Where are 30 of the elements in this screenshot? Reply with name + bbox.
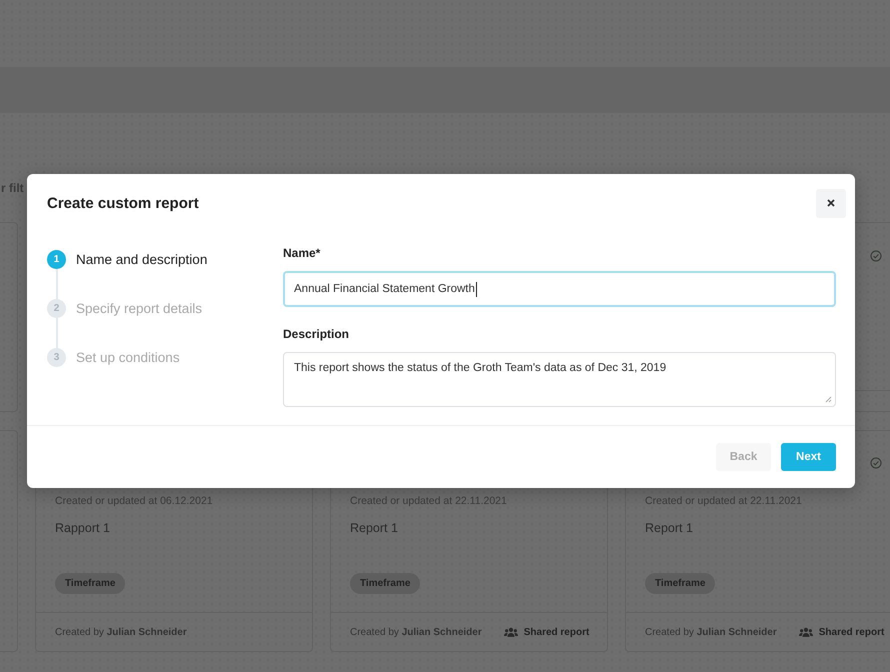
field-label: Description — [283, 327, 350, 341]
step-label[interactable]: Set up conditions — [76, 348, 180, 367]
shared-label: Shared report — [818, 626, 884, 638]
report-name: Report 1 — [645, 521, 693, 535]
check-circle-icon — [870, 457, 882, 469]
step-label[interactable]: Specify report details — [76, 299, 202, 348]
tag-chip: Timeframe — [55, 573, 126, 594]
creator-text: Created by Julian Schneider — [55, 626, 187, 638]
check-circle-icon — [870, 250, 882, 262]
step-label[interactable]: Name and description — [76, 250, 208, 299]
field-label: Name* — [283, 246, 322, 260]
tag-chip: Timeframe — [645, 573, 716, 594]
description-field[interactable]: This report shows the status of the Groth Team's data as of Dec 31, 2019 — [283, 352, 836, 407]
name-input-field[interactable]: Annual Financial Statement Growth — [283, 271, 836, 307]
creator-text: Created by Julian Schneider — [645, 626, 777, 638]
resize-grip-icon — [824, 395, 832, 403]
step-number: 2 — [47, 299, 66, 318]
report-name: Report 1 — [350, 521, 398, 535]
shared-label: Shared report — [524, 626, 590, 638]
close-button[interactable] — [816, 188, 846, 218]
close-icon — [826, 198, 836, 208]
creator-text: Created by Julian Schneider — [350, 626, 482, 638]
next-button[interactable]: Next — [781, 443, 836, 471]
report-name: Rapport 1 — [55, 521, 110, 535]
tag-chip: Timeframe — [350, 573, 420, 594]
users-icon — [798, 626, 813, 638]
step-number: 1 — [47, 250, 66, 269]
step-number: 3 — [47, 348, 66, 367]
users-icon — [504, 626, 518, 638]
dialog-title: Create custom report — [47, 194, 199, 212]
